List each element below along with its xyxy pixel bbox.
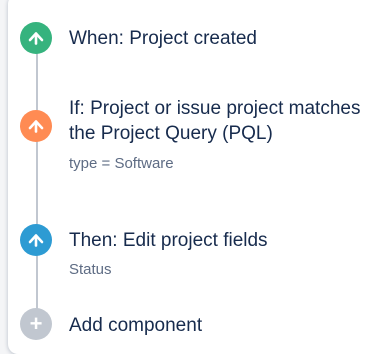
component-connector-line — [36, 44, 38, 314]
add-component-plus-icon[interactable]: + — [20, 308, 52, 340]
trigger-automation-icon — [20, 22, 52, 54]
trigger-title[interactable]: When: Project created — [69, 26, 387, 51]
add-component-button[interactable]: Add component — [69, 313, 387, 338]
action-title[interactable]: Then: Edit project fields — [69, 228, 387, 253]
action-detail: Status — [69, 261, 112, 278]
action-automation-icon — [20, 224, 52, 256]
condition-title[interactable]: If: Project or issue project matches the… — [69, 96, 387, 146]
condition-automation-icon — [20, 110, 52, 142]
condition-detail: type = Software — [69, 155, 174, 172]
rule-card — [8, 0, 392, 354]
